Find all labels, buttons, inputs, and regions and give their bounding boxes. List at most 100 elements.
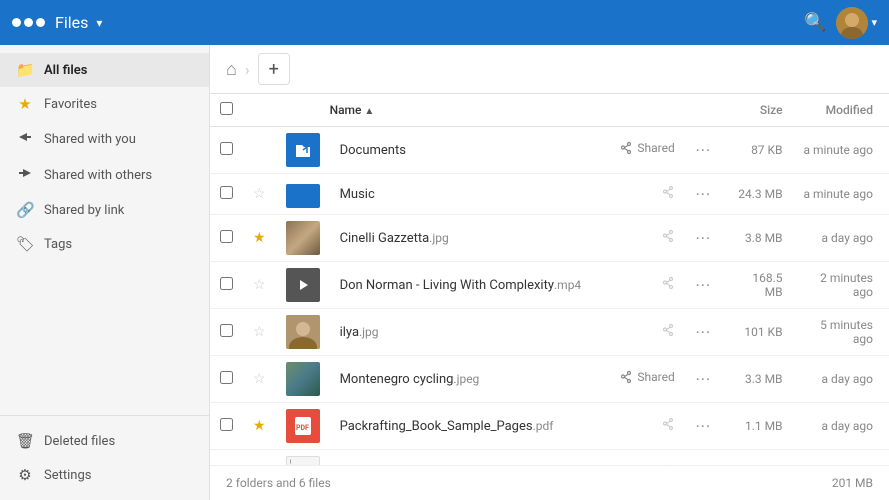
footer: 2 folders and 6 files 201 MB (210, 465, 889, 500)
file-size: 168.5 MB (752, 271, 782, 299)
file-name[interactable]: Packrafting_Book_Sample_Pages.pdf (340, 419, 554, 434)
more-menu[interactable]: ··· (696, 323, 712, 342)
table-row: ☆ Montenegro cycling.jpeg Shared ··· (210, 356, 889, 403)
row-checkbox[interactable] (220, 142, 233, 155)
file-summary: 2 folders and 6 files (226, 476, 331, 490)
table-row: ☆ Music ··· (210, 174, 889, 215)
share-button[interactable] (661, 323, 675, 337)
sidebar-item-settings[interactable]: ⚙ Settings (0, 458, 209, 492)
app-name: Files (55, 13, 88, 32)
share-button[interactable] (661, 417, 675, 431)
sidebar: 📁 All files ★ Favorites Shared with you … (0, 45, 210, 500)
file-size: 3.3 MB (745, 372, 783, 386)
file-size: 1.1 MB (745, 419, 783, 433)
folder-thumb (286, 133, 320, 167)
more-menu[interactable]: ··· (696, 141, 712, 160)
app-dropdown[interactable]: ▾ (96, 16, 102, 30)
sidebar-item-all-files[interactable]: 📁 All files (0, 53, 209, 87)
image-thumb (286, 315, 320, 349)
sidebar-label: Deleted files (44, 434, 115, 449)
row-checkbox[interactable] (220, 371, 233, 384)
file-size: 24.3 MB (738, 187, 782, 201)
more-menu[interactable]: ··· (696, 370, 712, 389)
modified-column-header: Modified (826, 103, 873, 117)
sidebar-item-shared-with-you[interactable]: Shared with you (0, 121, 209, 157)
star-button[interactable]: ☆ (253, 186, 266, 202)
main-layout: 📁 All files ★ Favorites Shared with you … (0, 45, 889, 500)
topbar: Files ▾ 🔍 ▾ (0, 0, 889, 45)
table-row: ☆ ilya.jpg ··· 101 (210, 309, 889, 356)
avatar-dropdown[interactable]: ▾ (871, 16, 877, 29)
star-button[interactable]: ★ (253, 418, 266, 434)
toolbar: ⌂ › + (210, 45, 889, 94)
file-modified: a minute ago (803, 187, 873, 201)
sidebar-item-shared-with-others[interactable]: Shared with others (0, 157, 209, 193)
share-out-icon (16, 165, 34, 185)
breadcrumb-separator: › (245, 60, 250, 79)
row-checkbox[interactable] (220, 418, 233, 431)
search-icon[interactable]: 🔍 (804, 12, 826, 33)
txt-thumb: Welcome !This is justThe packa... (286, 456, 320, 465)
table-row: ☆ Documents Shared (210, 127, 889, 174)
shared-badge[interactable]: Shared (619, 141, 674, 155)
file-size: 87 KB (751, 143, 782, 157)
sidebar-label: All files (44, 63, 87, 78)
star-button[interactable]: ★ (253, 230, 266, 246)
shared-badge[interactable]: Shared (619, 370, 674, 384)
image-thumb (286, 362, 320, 396)
avatar[interactable] (836, 7, 868, 39)
image-thumb (286, 221, 320, 255)
sort-arrow: ▲ (364, 106, 374, 117)
logo-icon (12, 18, 45, 27)
sidebar-label: Settings (44, 468, 91, 483)
star-icon: ★ (16, 95, 34, 113)
file-name[interactable]: Cinelli Gazzetta.jpg (340, 231, 449, 246)
share-in-icon (16, 129, 34, 149)
star-button[interactable]: ☆ (253, 142, 266, 158)
folder-thumb (286, 180, 320, 208)
folder-icon: 📁 (16, 61, 34, 79)
add-button[interactable]: + (258, 53, 290, 85)
table-row: ☆ Don Norman - Living With Complexity.mp… (210, 262, 889, 309)
row-checkbox[interactable] (220, 230, 233, 243)
sidebar-label: Tags (44, 237, 72, 252)
file-size: 101 KB (744, 325, 782, 339)
share-button[interactable] (661, 185, 675, 199)
file-name[interactable]: ilya.jpg (340, 325, 379, 340)
sidebar-item-tags[interactable]: 🏷 Tags (0, 227, 209, 261)
file-name[interactable]: Don Norman - Living With Complexity.mp4 (340, 278, 582, 293)
share-button[interactable] (661, 229, 675, 243)
row-checkbox[interactable] (220, 324, 233, 337)
star-button[interactable]: ☆ (253, 324, 266, 340)
more-menu[interactable]: ··· (696, 417, 712, 436)
row-checkbox[interactable] (220, 277, 233, 290)
sidebar-label: Shared with others (44, 168, 152, 183)
file-name[interactable]: Music (340, 187, 375, 202)
trash-icon: 🗑 (16, 432, 34, 450)
plus-icon: + (269, 59, 279, 80)
sidebar-label: Shared with you (44, 132, 136, 147)
pdf-thumb: PDF (286, 409, 320, 443)
file-modified: a day ago (822, 231, 873, 245)
sidebar-item-favorites[interactable]: ★ Favorites (0, 87, 209, 121)
more-menu[interactable]: ··· (696, 229, 712, 248)
sidebar-item-deleted-files[interactable]: 🗑 Deleted files (0, 424, 209, 458)
star-button[interactable]: ☆ (253, 277, 266, 293)
share-button[interactable] (661, 276, 675, 290)
video-thumb (286, 268, 320, 302)
row-checkbox[interactable] (220, 186, 233, 199)
file-name[interactable]: Documents (340, 143, 406, 158)
more-menu[interactable]: ··· (696, 185, 712, 204)
size-column-header: Size (760, 103, 783, 117)
more-menu[interactable]: ··· (696, 276, 712, 295)
sidebar-label: Shared by link (44, 203, 124, 218)
app-logo: Files ▾ (12, 13, 102, 32)
table-row: ☆ Welcome !This is justThe packa... welc… (210, 450, 889, 466)
sidebar-item-shared-by-link[interactable]: 🔗 Shared by link (0, 193, 209, 227)
name-column-header[interactable]: Name (330, 103, 362, 117)
home-button[interactable]: ⌂ (226, 59, 237, 80)
select-all-checkbox[interactable] (220, 102, 233, 115)
file-name[interactable]: Montenegro cycling.jpeg (340, 372, 480, 387)
sidebar-label: Favorites (44, 97, 97, 112)
star-button[interactable]: ☆ (253, 371, 266, 387)
